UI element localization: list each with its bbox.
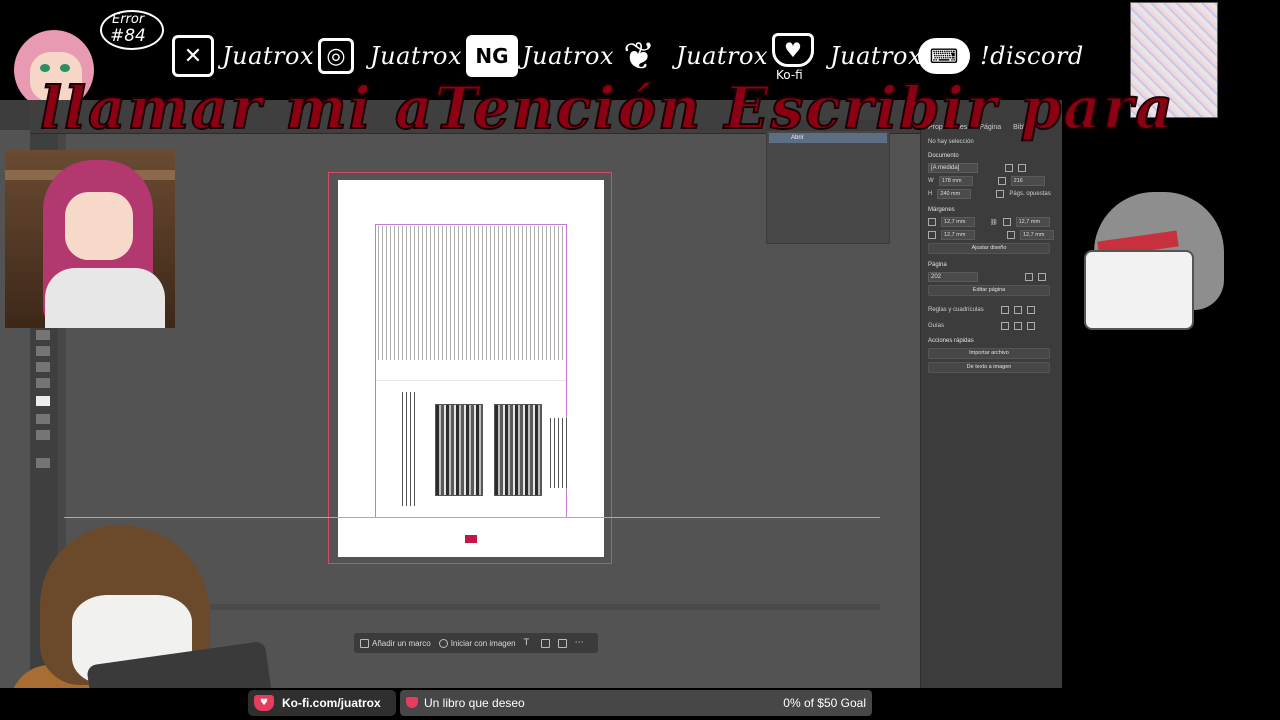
vtuber-webcam (5, 150, 175, 328)
historic-photo-2[interactable] (494, 404, 542, 496)
document-section-title: Documento (928, 153, 959, 159)
margin-left-field[interactable]: 12,7 mm (1015, 217, 1050, 227)
rotated-photo-caption (402, 392, 416, 506)
kofi-cup-icon: ♥ (254, 695, 274, 711)
margin-left-icon (1002, 218, 1011, 226)
more-options-icon[interactable]: ⋯ (575, 638, 584, 648)
margin-bottom-icon (928, 231, 936, 239)
lock-guides-icon[interactable] (1014, 322, 1022, 330)
facing-pages-checkbox[interactable] (996, 190, 1005, 198)
pen-tool-icon[interactable] (36, 346, 50, 356)
margin-top-field[interactable]: 12,7 mm (941, 217, 975, 227)
divider-line (376, 380, 566, 381)
newgrounds-icon: NG (466, 35, 518, 77)
add-frame-label: Añadir un marco (372, 638, 431, 648)
rotated-body-text (378, 226, 564, 360)
add-frame-button[interactable]: Añadir un marco (360, 638, 431, 648)
margin-right-icon (1007, 231, 1015, 239)
height-field[interactable]: 240 mm (937, 189, 972, 199)
import-file-button[interactable]: Importar archivo (928, 348, 1050, 359)
x-twitter-icon: ✕ (172, 35, 214, 77)
margins-section-title: Márgenes (928, 207, 955, 213)
page-number-select[interactable]: 202 (928, 272, 978, 282)
landscape-icon[interactable] (1018, 164, 1026, 172)
screen-mode-icon[interactable] (36, 458, 50, 468)
social-handle: Juatrox (522, 42, 614, 70)
link-margins-icon[interactable]: ⛓ (990, 219, 998, 226)
portrait-icon[interactable] (1005, 164, 1013, 172)
selection-tool-icon[interactable] (36, 330, 50, 340)
frame-icon (360, 638, 369, 648)
document-preset-select[interactable]: [A medida] (928, 163, 978, 173)
rotated-photo-date-caption (550, 418, 568, 488)
vtuber-face (65, 192, 133, 260)
robot-laptop (1084, 250, 1194, 330)
adjust-layout-button[interactable]: Ajustar diseño (928, 243, 1050, 254)
page-count-field[interactable]: 216 (1010, 176, 1045, 186)
ruler-guide[interactable] (64, 517, 880, 518)
margin-top-icon (928, 218, 936, 226)
show-guides-icon[interactable] (1001, 322, 1009, 330)
delete-page-icon[interactable] (1038, 273, 1046, 281)
discord-command: !discord (980, 42, 1084, 70)
facing-pages-label: Págs. opuestas (1009, 191, 1051, 197)
width-field[interactable]: 178 mm (938, 176, 973, 186)
page-number-marker (465, 535, 477, 543)
goal-progress-text: 0% of $50 Goal (783, 696, 866, 710)
zoom-tool-icon[interactable] (36, 378, 50, 388)
hand-tool-icon[interactable] (36, 362, 50, 372)
document-grid-icon[interactable] (1027, 306, 1035, 314)
start-with-image-label: Iniciar con imagen (450, 638, 516, 648)
start-with-image-button[interactable]: Iniciar con imagen (438, 638, 516, 648)
bluesky-butterfly-icon: ❦ (623, 34, 655, 78)
social-handle: Juatrox (222, 42, 314, 70)
kofi-url: Ko-fi.com/juatrox (282, 696, 381, 710)
contextual-task-bar: Añadir un marco Iniciar con imagen T ⋯ (354, 633, 598, 653)
social-handle: Juatrox (830, 42, 922, 70)
baseline-grid-icon[interactable] (1014, 306, 1022, 314)
social-handle: Juatrox (370, 42, 462, 70)
place-icon[interactable] (540, 638, 550, 648)
stream-headline: llamar mi aTención Escribir para (39, 73, 1175, 143)
donation-goal-bar: Un libro que deseo 0% of $50 Goal (400, 690, 872, 716)
rulers-grids-label: Reglas y cuadrículas (928, 307, 984, 313)
properties-panel: Propiedades Página Biblioteca No hay sel… (920, 120, 1062, 688)
smart-guides-icon[interactable] (1027, 322, 1035, 330)
pages-icon (997, 177, 1006, 185)
gradient-tool-icon[interactable] (36, 430, 50, 440)
text-to-image-button[interactable]: De texto a imagen (928, 362, 1050, 373)
margin-bottom-field[interactable]: 12,7 mm (941, 230, 975, 240)
guides-label: Guías (928, 323, 945, 329)
kofi-link-badge: ♥ Ko-fi.com/juatrox (248, 690, 396, 716)
mascot-eye-icon (60, 64, 70, 72)
historic-photo-1[interactable] (435, 404, 483, 496)
margin-right-field[interactable]: 12,7 mm (1020, 230, 1054, 240)
error-number: #84 (110, 26, 146, 46)
vtuber-jacket (45, 268, 165, 328)
page-section-title: Página (928, 262, 947, 268)
image-generate-icon (438, 638, 448, 648)
social-handle: Juatrox (676, 42, 768, 70)
ruler-icon[interactable] (1001, 306, 1009, 314)
instagram-icon: ◎ (318, 38, 354, 74)
type-tool-icon[interactable] (36, 414, 50, 424)
kofi-cup-icon: ♥ (772, 33, 814, 67)
frame-fit-icon[interactable] (557, 638, 567, 648)
new-page-icon[interactable] (1025, 273, 1033, 281)
kofi-cup-icon (406, 697, 418, 708)
quick-actions-title: Acciones rápidas (928, 338, 974, 344)
edit-page-button[interactable]: Editar página (928, 285, 1050, 296)
mascot-eye-icon (40, 64, 50, 72)
mascot-robot-drawing (1070, 180, 1260, 340)
discord-gamepad-icon: ⌨ (918, 38, 970, 74)
goal-title: Un libro que deseo (424, 696, 525, 710)
fill-stroke-swatch-icon[interactable] (36, 396, 50, 406)
text-icon[interactable]: T (524, 638, 533, 648)
error-label: Error (112, 12, 145, 27)
